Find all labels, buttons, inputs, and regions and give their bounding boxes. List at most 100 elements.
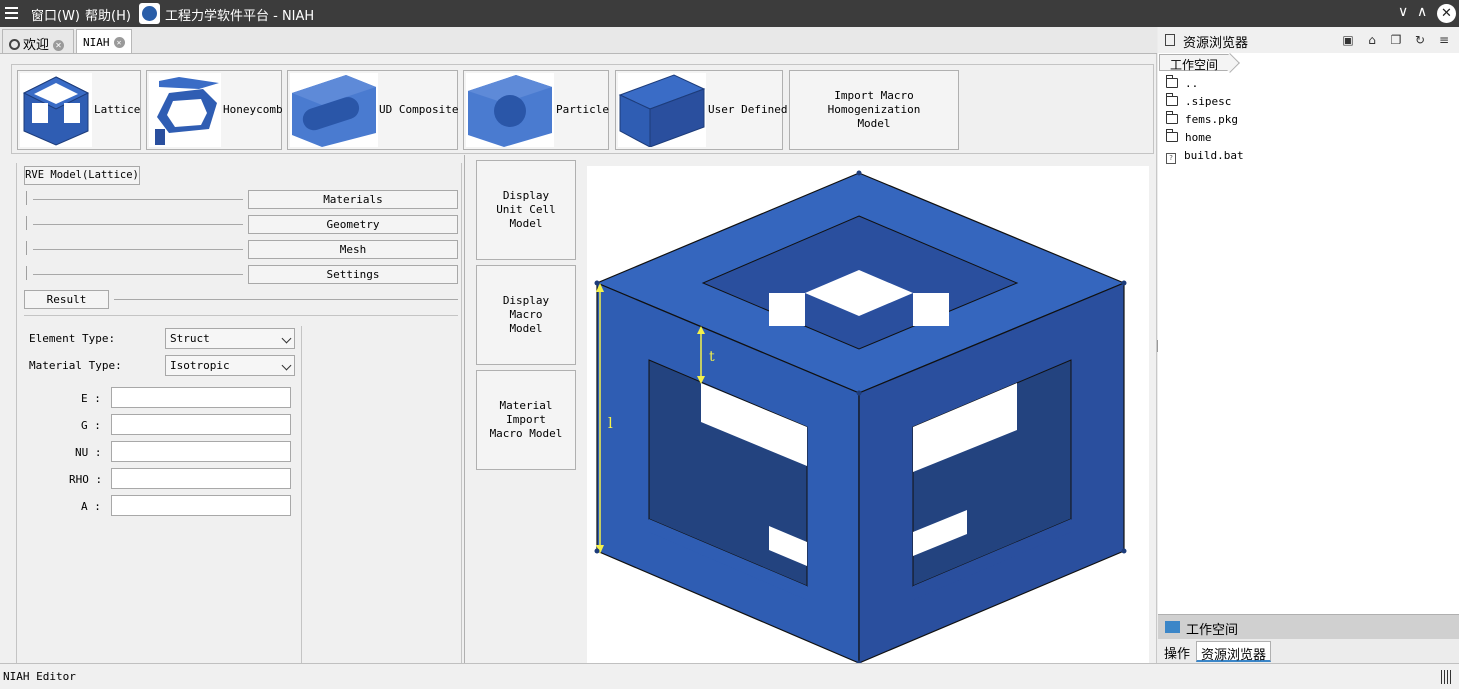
collapse-icon[interactable]: ≡ xyxy=(1437,33,1451,47)
resize-grip-icon[interactable] xyxy=(1441,670,1453,684)
bottom-tabs: 操作 资源浏览器 xyxy=(1158,639,1459,663)
model-user-defined-button[interactable]: User Defined xyxy=(615,70,787,150)
maximize-button[interactable]: ∧ xyxy=(1417,4,1427,20)
geometry-button[interactable]: Geometry xyxy=(248,215,458,234)
open-folder-icon[interactable]: ▣ xyxy=(1341,33,1355,47)
tree-line xyxy=(33,199,243,200)
copy-icon[interactable]: ❐ xyxy=(1389,33,1403,47)
close-tab-icon[interactable]: ✕ xyxy=(113,37,125,48)
dimension-t-label: t xyxy=(709,349,715,365)
materials-button[interactable]: Materials xyxy=(248,190,458,209)
folder-icon xyxy=(1166,93,1178,106)
tree-marker xyxy=(26,241,27,255)
material-type-select[interactable]: Isotropic xyxy=(165,355,295,376)
model-particle-label: Particle xyxy=(556,103,609,116)
rve-model-title: RVE Model(Lattice) xyxy=(24,166,140,185)
folder-icon xyxy=(1166,111,1178,124)
file-name: fems.pkg xyxy=(1185,113,1238,126)
prop-label-e: E : xyxy=(81,392,101,405)
tab-niah-label: NIAH xyxy=(83,36,110,49)
display-unit-cell-button[interactable]: Display Unit Cell Model xyxy=(476,160,576,260)
g-field[interactable] xyxy=(111,414,291,435)
workspace-label: 工作空间 xyxy=(1186,623,1239,638)
tab-welcome-label: 欢迎 xyxy=(23,38,50,53)
vertical-divider xyxy=(464,155,465,663)
divider xyxy=(114,299,458,300)
chevron-down-icon xyxy=(281,333,292,344)
menu-help[interactable]: 帮助(H) xyxy=(85,5,131,24)
list-item[interactable]: .sipesc xyxy=(1166,93,1232,113)
settings-button[interactable]: Settings xyxy=(248,265,458,284)
model-particle-button[interactable]: Particle xyxy=(463,70,609,150)
home-icon[interactable]: ⌂ xyxy=(1365,33,1379,47)
workspace-folder-icon xyxy=(1165,621,1180,633)
tab-niah[interactable]: NIAH ✕ xyxy=(76,29,132,53)
welcome-tab-icon xyxy=(9,39,20,50)
unknown-file-icon: ? xyxy=(1166,153,1176,164)
element-type-value: Struct xyxy=(170,332,210,345)
workspace-bar[interactable]: 工作空间 xyxy=(1158,614,1459,639)
lattice-cube-icon xyxy=(20,73,92,147)
display-macro-model-button[interactable]: Display Macro Model xyxy=(476,265,576,365)
folder-icon xyxy=(1166,75,1178,88)
tab-welcome[interactable]: 欢迎 ✕ xyxy=(2,29,74,53)
breadcrumb[interactable]: 工作空间 xyxy=(1159,54,1231,72)
title-bar: 窗口(W) 帮助(H) 工程力学软件平台 - NIAH ∨ ∧ ✕ xyxy=(0,0,1459,27)
tab-operations[interactable]: 操作 xyxy=(1160,641,1194,662)
material-import-macro-label: Material Import Macro Model xyxy=(489,399,563,440)
list-item[interactable]: ? build.bat xyxy=(1166,149,1244,167)
list-item[interactable]: fems.pkg xyxy=(1166,111,1238,131)
hamburger-menu-icon[interactable] xyxy=(5,7,18,19)
mesh-button[interactable]: Mesh xyxy=(248,240,458,259)
resource-browser-header: 资源浏览器 ▣ ⌂ ❐ ↻ ≡ xyxy=(1158,27,1459,53)
tree-line xyxy=(33,249,243,250)
list-item[interactable]: home xyxy=(1166,129,1212,149)
a-field[interactable] xyxy=(111,495,291,516)
tab-resource-browser[interactable]: 资源浏览器 xyxy=(1196,641,1272,663)
tree-marker xyxy=(26,191,27,205)
element-type-label: Element Type: xyxy=(29,332,116,345)
rve-settings-panel: RVE Model(Lattice) Materials Geometry Me… xyxy=(16,163,462,663)
status-bar: NIAH Editor xyxy=(0,663,1459,689)
nu-field[interactable] xyxy=(111,441,291,462)
particle-icon xyxy=(466,73,554,147)
file-name: build.bat xyxy=(1184,149,1244,162)
model-honeycomb-button[interactable]: Honeycomb xyxy=(146,70,283,150)
model-lattice-button[interactable]: Lattice xyxy=(17,70,141,150)
file-name: .sipesc xyxy=(1185,95,1232,108)
dimension-l-label: l xyxy=(608,414,613,432)
model-type-toolbar: Lattice Honeycomb UD Composite Particle … xyxy=(11,64,1154,154)
editor-area: 欢迎 ✕ NIAH ✕ Lattice Honeycomb UD Composi… xyxy=(0,27,1157,666)
import-macro-homogenization-button[interactable]: Import Macro Homogenization Model xyxy=(789,70,959,150)
divider xyxy=(24,315,458,316)
editor-tabs: 欢迎 ✕ NIAH ✕ xyxy=(0,27,1157,54)
e-field[interactable] xyxy=(111,387,291,408)
honeycomb-icon xyxy=(149,73,221,147)
element-type-select[interactable]: Struct xyxy=(165,328,295,349)
prop-label-rho: RHO : xyxy=(69,473,103,486)
refresh-icon[interactable]: ↻ xyxy=(1413,33,1427,47)
menu-window[interactable]: 窗口(W) xyxy=(31,5,80,24)
model-honeycomb-label: Honeycomb xyxy=(223,103,283,116)
ud-composite-icon xyxy=(290,73,378,147)
result-button[interactable]: Result xyxy=(24,290,109,309)
lattice-unit-cell-drawing: t l xyxy=(594,170,1127,666)
minimize-button[interactable]: ∨ xyxy=(1398,4,1408,20)
resource-browser-title: 资源浏览器 xyxy=(1183,36,1249,51)
rho-field[interactable] xyxy=(111,468,291,489)
import-macro-homogenization-label: Import Macro Homogenization Model xyxy=(827,89,921,130)
model-ud-composite-button[interactable]: UD Composite xyxy=(287,70,458,150)
file-name: .. xyxy=(1185,77,1199,90)
prop-label-g: G : xyxy=(81,419,101,432)
material-type-value: Isotropic xyxy=(170,359,230,372)
tree-marker xyxy=(26,216,27,230)
tree-line xyxy=(33,274,243,275)
model-lattice-label: Lattice xyxy=(94,103,141,116)
tree-marker xyxy=(26,266,27,280)
close-window-button[interactable]: ✕ xyxy=(1437,4,1456,23)
close-tab-icon[interactable]: ✕ xyxy=(53,40,65,51)
display-unit-cell-label: Display Unit Cell Model xyxy=(496,189,556,230)
folder-icon xyxy=(1166,129,1178,142)
material-type-label: Material Type: xyxy=(29,359,122,372)
material-import-macro-button[interactable]: Material Import Macro Model xyxy=(476,370,576,470)
